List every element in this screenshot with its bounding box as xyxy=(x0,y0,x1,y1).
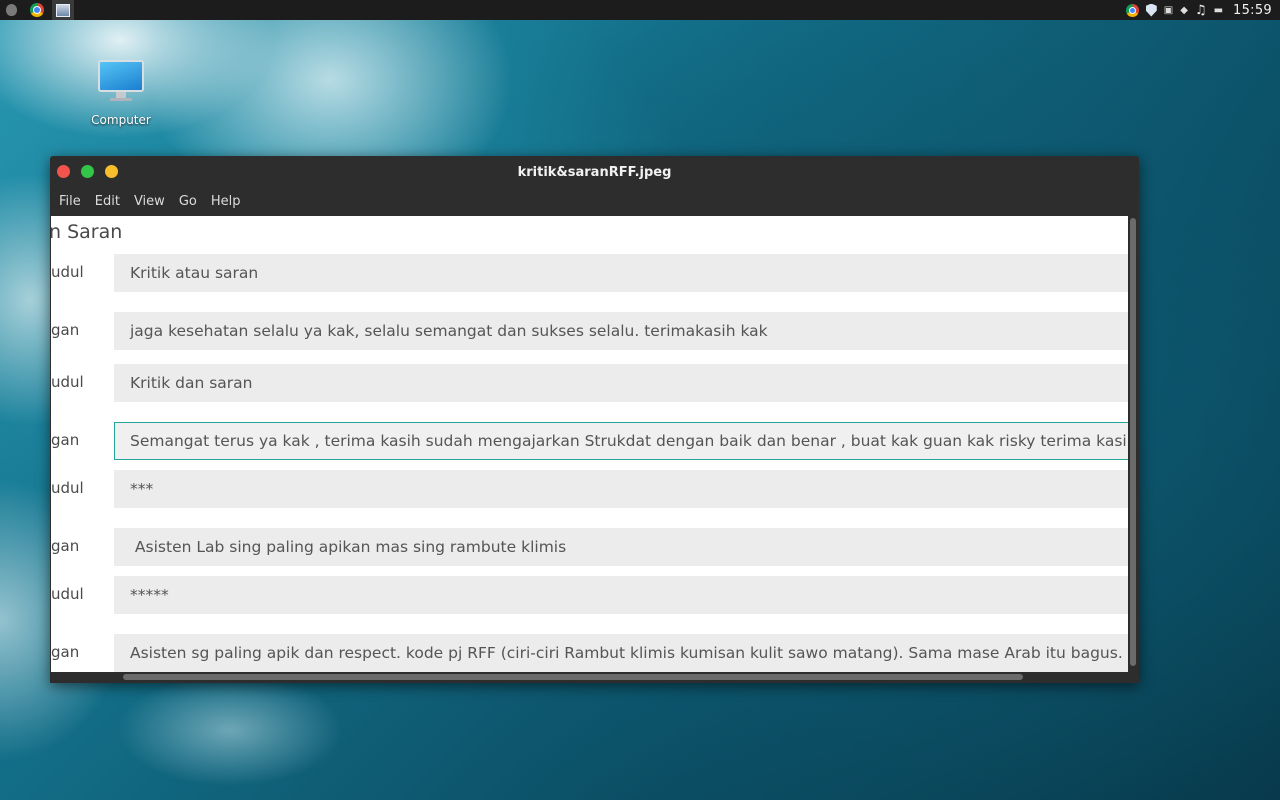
window-titlebar[interactable]: kritik&saranRFF.jpeg xyxy=(50,156,1139,188)
top-panel: ▣ ◆ ♫ ▬ 15:59 xyxy=(0,0,1280,20)
image-viewer-task-icon[interactable] xyxy=(52,0,74,20)
maximize-button[interactable] xyxy=(81,165,94,178)
vertical-scrollbar[interactable] xyxy=(1128,216,1139,672)
row-label: udul xyxy=(51,263,84,281)
form-field-focused: Semangat terus ya kak , terima kasih sud… xyxy=(114,422,1128,460)
music-note-icon[interactable]: ♫ xyxy=(1195,0,1207,20)
form-field: jaga kesehatan selalu ya kak, selalu sem… xyxy=(114,312,1128,350)
image-viewer-window: kritik&saranRFF.jpeg File Edit View Go H… xyxy=(50,156,1139,683)
menu-file[interactable]: File xyxy=(59,194,81,209)
chrome-icon[interactable] xyxy=(1125,0,1139,20)
row-label: gan xyxy=(51,643,80,661)
menu-view[interactable]: View xyxy=(134,194,165,209)
wifi-icon[interactable]: ◆ xyxy=(1180,0,1188,20)
image-canvas[interactable]: n Saran udul Kritik atau saran gan jaga … xyxy=(51,216,1128,672)
horizontal-scroll-thumb[interactable] xyxy=(123,674,1023,680)
form-field: Asisten sg paling apik dan respect. kode… xyxy=(114,634,1128,672)
panel-launcher xyxy=(0,0,78,20)
row-label: udul xyxy=(51,479,84,497)
desktop-icon-label: Computer xyxy=(91,113,151,127)
device-icon[interactable]: ▣ xyxy=(1164,0,1173,20)
menu-edit[interactable]: Edit xyxy=(95,194,120,209)
row-label: gan xyxy=(51,537,80,555)
chrome-launcher-icon[interactable] xyxy=(26,0,48,20)
row-label: udul xyxy=(51,373,84,391)
system-tray: ▣ ◆ ♫ ▬ 15:59 xyxy=(1125,0,1272,20)
form-field: Kritik atau saran xyxy=(114,254,1128,292)
menu-go[interactable]: Go xyxy=(179,194,197,209)
horizontal-scrollbar[interactable] xyxy=(50,672,1139,683)
vertical-scroll-thumb[interactable] xyxy=(1130,218,1136,666)
apple-menu-icon[interactable] xyxy=(0,0,22,20)
section-heading: n Saran xyxy=(51,221,123,243)
shield-icon[interactable] xyxy=(1145,0,1157,20)
row-label: udul xyxy=(51,585,84,603)
row-label: gan xyxy=(51,431,80,449)
menubar: File Edit View Go Help xyxy=(50,188,1139,215)
battery-icon[interactable]: ▬ xyxy=(1214,0,1223,20)
row-label: gan xyxy=(51,321,80,339)
clock[interactable]: 15:59 xyxy=(1233,3,1272,18)
form-field: ***** xyxy=(114,576,1128,614)
monitor-icon xyxy=(98,60,144,92)
form-field: Asisten Lab sing paling apikan mas sing … xyxy=(114,528,1128,566)
form-field: Kritik dan saran xyxy=(114,364,1128,402)
menu-help[interactable]: Help xyxy=(211,194,241,209)
window-title: kritik&saranRFF.jpeg xyxy=(517,164,672,180)
desktop-computer-icon[interactable]: Computer xyxy=(82,60,160,127)
close-button[interactable] xyxy=(57,165,70,178)
minimize-button[interactable] xyxy=(105,165,118,178)
form-field: *** xyxy=(114,470,1128,508)
